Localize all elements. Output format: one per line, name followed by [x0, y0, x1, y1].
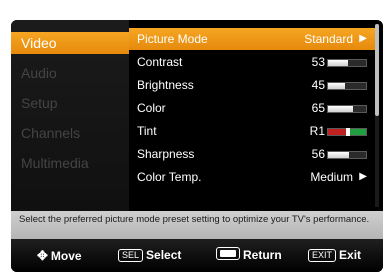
setting-label: Contrast: [137, 55, 183, 69]
scrollbar[interactable]: [375, 24, 379, 207]
setting-sharpness[interactable]: Sharpness 56: [129, 143, 375, 165]
setting-value: R1: [309, 124, 325, 138]
setting-value: 65: [311, 101, 325, 115]
exit-key-icon: EXIT: [308, 249, 337, 262]
sel-key-icon: SEL: [118, 249, 144, 262]
category-label: Channels: [21, 125, 81, 141]
category-audio[interactable]: Audio: [11, 62, 129, 84]
setting-color-temp[interactable]: Color Temp. Medium ▶: [129, 166, 375, 188]
setting-label: Tint: [137, 124, 157, 138]
setting-label: Color: [137, 101, 166, 115]
arrow-right-icon: ▶: [359, 171, 367, 182]
tint-red-zone: [328, 129, 347, 135]
setting-tint[interactable]: Tint R1: [129, 120, 375, 142]
setting-label: Brightness: [137, 78, 194, 92]
slider-fill: [328, 106, 353, 112]
setting-value: Standard: [304, 32, 353, 46]
dpad-icon: ✥: [37, 248, 48, 263]
setting-color[interactable]: Color 65: [129, 97, 375, 119]
return-key-icon: [216, 247, 240, 260]
category-menu: Video Audio Setup Channels Multimedia: [11, 20, 129, 211]
setting-value: Medium: [310, 170, 353, 184]
arrow-right-icon: ▶: [359, 33, 367, 44]
setting-label: Color Temp.: [137, 170, 202, 184]
slider-fill: [328, 152, 350, 158]
exit-button[interactable]: EXIT Exit: [308, 239, 361, 272]
slider-knob: [345, 128, 350, 136]
setting-picture-mode[interactable]: Picture Mode Standard ▶: [129, 28, 375, 50]
settings-list: Picture Mode Standard ▶ Contrast 53 Brig…: [129, 20, 383, 211]
move-hint: ✥ Move: [37, 239, 82, 272]
scrollbar-thumb[interactable]: [375, 24, 379, 116]
tint-green-zone: [347, 129, 366, 135]
setting-brightness[interactable]: Brightness 45: [129, 74, 375, 96]
footer-bar: ✥ Move SEL Select Return EXIT Exit: [11, 239, 383, 272]
category-channels[interactable]: Channels: [11, 122, 129, 144]
tint-slider[interactable]: [327, 128, 367, 136]
category-setup[interactable]: Setup: [11, 92, 129, 114]
setting-contrast[interactable]: Contrast 53: [129, 51, 375, 73]
category-video[interactable]: Video: [11, 32, 129, 54]
category-label: Audio: [21, 65, 57, 81]
exit-label: Exit: [339, 248, 362, 262]
select-label: Select: [146, 248, 182, 262]
help-text: Select the preferred picture mode preset…: [11, 211, 383, 239]
slider-fill: [328, 83, 346, 89]
return-label: Return: [243, 248, 282, 262]
brightness-slider[interactable]: [327, 82, 367, 90]
select-button[interactable]: SEL Select: [118, 239, 181, 272]
move-label: Move: [50, 249, 82, 263]
setting-label: Picture Mode: [137, 32, 208, 46]
slider-fill: [328, 60, 349, 66]
setting-label: Sharpness: [137, 147, 195, 161]
category-label: Setup: [21, 95, 58, 111]
category-label: Video: [21, 35, 57, 51]
return-button[interactable]: Return: [216, 239, 282, 272]
setting-value: 53: [311, 55, 325, 69]
category-multimedia[interactable]: Multimedia: [11, 152, 129, 174]
color-slider[interactable]: [327, 105, 367, 113]
setting-value: 56: [311, 147, 325, 161]
contrast-slider[interactable]: [327, 59, 367, 67]
setting-value: 45: [311, 78, 325, 92]
category-label: Multimedia: [21, 155, 89, 171]
settings-menu: Video Audio Setup Channels Multimedia Pi…: [11, 20, 383, 272]
sharpness-slider[interactable]: [327, 151, 367, 159]
tv-screen: Video Audio Setup Channels Multimedia Pi…: [0, 0, 387, 275]
